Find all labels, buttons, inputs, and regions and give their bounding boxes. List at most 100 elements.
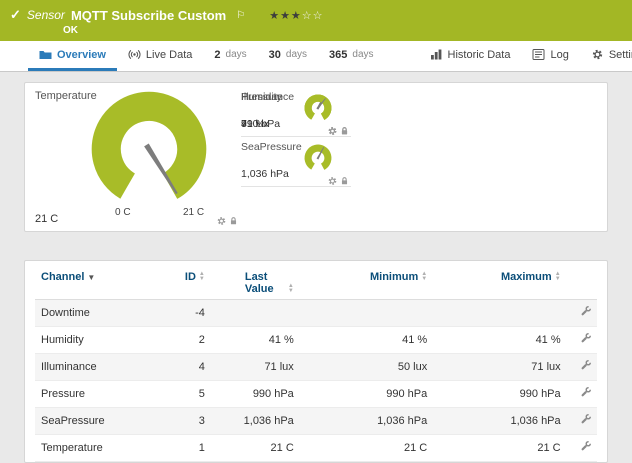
gauge-tools: [328, 176, 349, 186]
star-filled-icon[interactable]: ★★★: [269, 10, 302, 22]
channel-last-value: 41 %: [211, 327, 300, 354]
gauge-scale-min: 0 C: [115, 207, 131, 218]
tab-sublabel: days: [226, 49, 247, 60]
tab-label: 30: [269, 49, 281, 61]
page-content: Temperature 0 C 21 C 21 C Humidity 41 %: [0, 72, 632, 463]
sort-down-icon: ▼: [555, 277, 561, 282]
gear-icon[interactable]: [217, 216, 226, 226]
gauge-value: 1,036 hPa: [241, 168, 289, 180]
channel-id: 1: [164, 435, 210, 462]
tab-label: 2: [214, 49, 220, 61]
gear-icon[interactable]: [328, 126, 337, 136]
channel-maximum: [433, 300, 566, 327]
channel-id: 3: [164, 408, 210, 435]
tab-bar: Overview Live Data 2 days 30 days 365 da…: [0, 41, 632, 72]
sensor-title: MQTT Subscribe Custom: [71, 8, 226, 23]
table-row: Humidity 2 41 % 41 % 41 %: [35, 327, 597, 354]
chart-icon: [430, 49, 443, 60]
tab-overview[interactable]: Overview: [28, 41, 117, 71]
channel-name: Humidity: [35, 327, 164, 354]
status-badge: OK: [63, 25, 78, 36]
sort-arrows-icon: ▲▼: [199, 272, 205, 282]
flag-icon[interactable]: ⚐: [236, 10, 245, 21]
temperature-gauge: [81, 83, 217, 219]
channel-maximum: 21 C: [433, 435, 566, 462]
tab-historic-data[interactable]: Historic Data: [419, 41, 522, 71]
priority-stars[interactable]: ★★★☆☆: [269, 9, 323, 22]
gauge-tools: [217, 216, 238, 226]
column-header-channel[interactable]: Channel▼: [35, 263, 164, 300]
tab-sublabel: days: [352, 49, 373, 60]
channel-name: Pressure: [35, 381, 164, 408]
channel-minimum: [300, 300, 433, 327]
channels-table: Channel▼ ID▲▼ Last Value▲▼ Minimum▲▼ Max…: [35, 263, 597, 462]
sort-desc-icon: ▼: [87, 273, 95, 282]
status-check-icon: ✓: [10, 7, 21, 23]
table-row: Illuminance 4 71 lux 50 lux 71 lux: [35, 354, 597, 381]
sensor-header-row: ✓ Sensor MQTT Subscribe Custom ⚐ ★★★☆☆: [0, 0, 632, 23]
sort-down-icon: ▼: [199, 277, 205, 282]
tab-2-days[interactable]: 2 days: [203, 41, 257, 71]
tab-365-days[interactable]: 365 days: [318, 41, 384, 71]
tab-label: 365: [329, 49, 347, 61]
channel-minimum: 21 C: [300, 435, 433, 462]
table-row: SeaPressure 3 1,036 hPa 1,036 hPa 1,036 …: [35, 408, 597, 435]
channel-name: Downtime: [35, 300, 164, 327]
channel-name: SeaPressure: [35, 408, 164, 435]
column-header-minimum[interactable]: Minimum▲▼: [300, 263, 433, 300]
channel-id: 4: [164, 354, 210, 381]
object-kind-label: Sensor: [27, 8, 65, 22]
column-label: ID: [185, 271, 196, 283]
column-label: Last Value: [245, 271, 285, 295]
channel-last-value: 990 hPa: [211, 381, 300, 408]
gauge-seapressure: SeaPressure 1,036 hPa: [241, 141, 351, 189]
channel-minimum: 990 hPa: [300, 381, 433, 408]
lock-icon[interactable]: [340, 176, 349, 186]
channel-minimum: 50 lux: [300, 354, 433, 381]
table-row: Temperature 1 21 C 21 C 21 C: [35, 435, 597, 462]
pressure-gauge: [301, 91, 335, 125]
live-data-icon: [128, 49, 141, 60]
tab-label: Historic Data: [448, 49, 511, 61]
column-label: Channel: [41, 271, 84, 283]
gauges-panel: Temperature 0 C 21 C 21 C Humidity 41 %: [24, 82, 608, 232]
column-label: Minimum: [370, 271, 418, 283]
gear-icon[interactable]: [328, 176, 337, 186]
tab-label: Live Data: [146, 49, 192, 61]
channel-last-value: 21 C: [211, 435, 300, 462]
channel-settings-icon[interactable]: [580, 441, 591, 452]
sort-arrows-icon: ▲▼: [421, 272, 427, 282]
channel-settings-icon[interactable]: [580, 306, 591, 317]
channel-minimum: 41 %: [300, 327, 433, 354]
lock-icon[interactable]: [229, 216, 238, 226]
gauge-scale-max: 21 C: [183, 207, 204, 218]
folder-icon: [39, 49, 52, 60]
gauge-tools: [328, 126, 349, 136]
channel-id: 5: [164, 381, 210, 408]
tab-label: Overview: [57, 49, 106, 61]
divider: [241, 186, 351, 187]
tab-live-data[interactable]: Live Data: [117, 41, 203, 71]
star-empty-icon[interactable]: ☆☆: [302, 10, 324, 22]
column-header-last-value[interactable]: Last Value▲▼: [211, 263, 300, 300]
channel-maximum: 1,036 hPa: [433, 408, 566, 435]
channel-settings-icon[interactable]: [580, 387, 591, 398]
channel-settings-icon[interactable]: [580, 333, 591, 344]
channel-settings-icon[interactable]: [580, 360, 591, 371]
channel-id: -4: [164, 300, 210, 327]
channel-name: Temperature: [35, 435, 164, 462]
tab-sublabel: days: [286, 49, 307, 60]
tab-log[interactable]: Log: [521, 41, 579, 71]
channel-settings-icon[interactable]: [580, 414, 591, 425]
tab-settings[interactable]: Settings: [580, 41, 632, 71]
column-header-tools: [567, 263, 597, 300]
channel-last-value: [211, 300, 300, 327]
sort-arrows-icon: ▲▼: [555, 272, 561, 282]
column-header-id[interactable]: ID▲▼: [164, 263, 210, 300]
table-row: Downtime -4: [35, 300, 597, 327]
table-header-row: Channel▼ ID▲▼ Last Value▲▼ Minimum▲▼ Max…: [35, 263, 597, 300]
gauge-pressure: Pressure 990 hPa: [241, 91, 351, 139]
column-header-maximum[interactable]: Maximum▲▼: [433, 263, 566, 300]
lock-icon[interactable]: [340, 126, 349, 136]
tab-30-days[interactable]: 30 days: [258, 41, 318, 71]
